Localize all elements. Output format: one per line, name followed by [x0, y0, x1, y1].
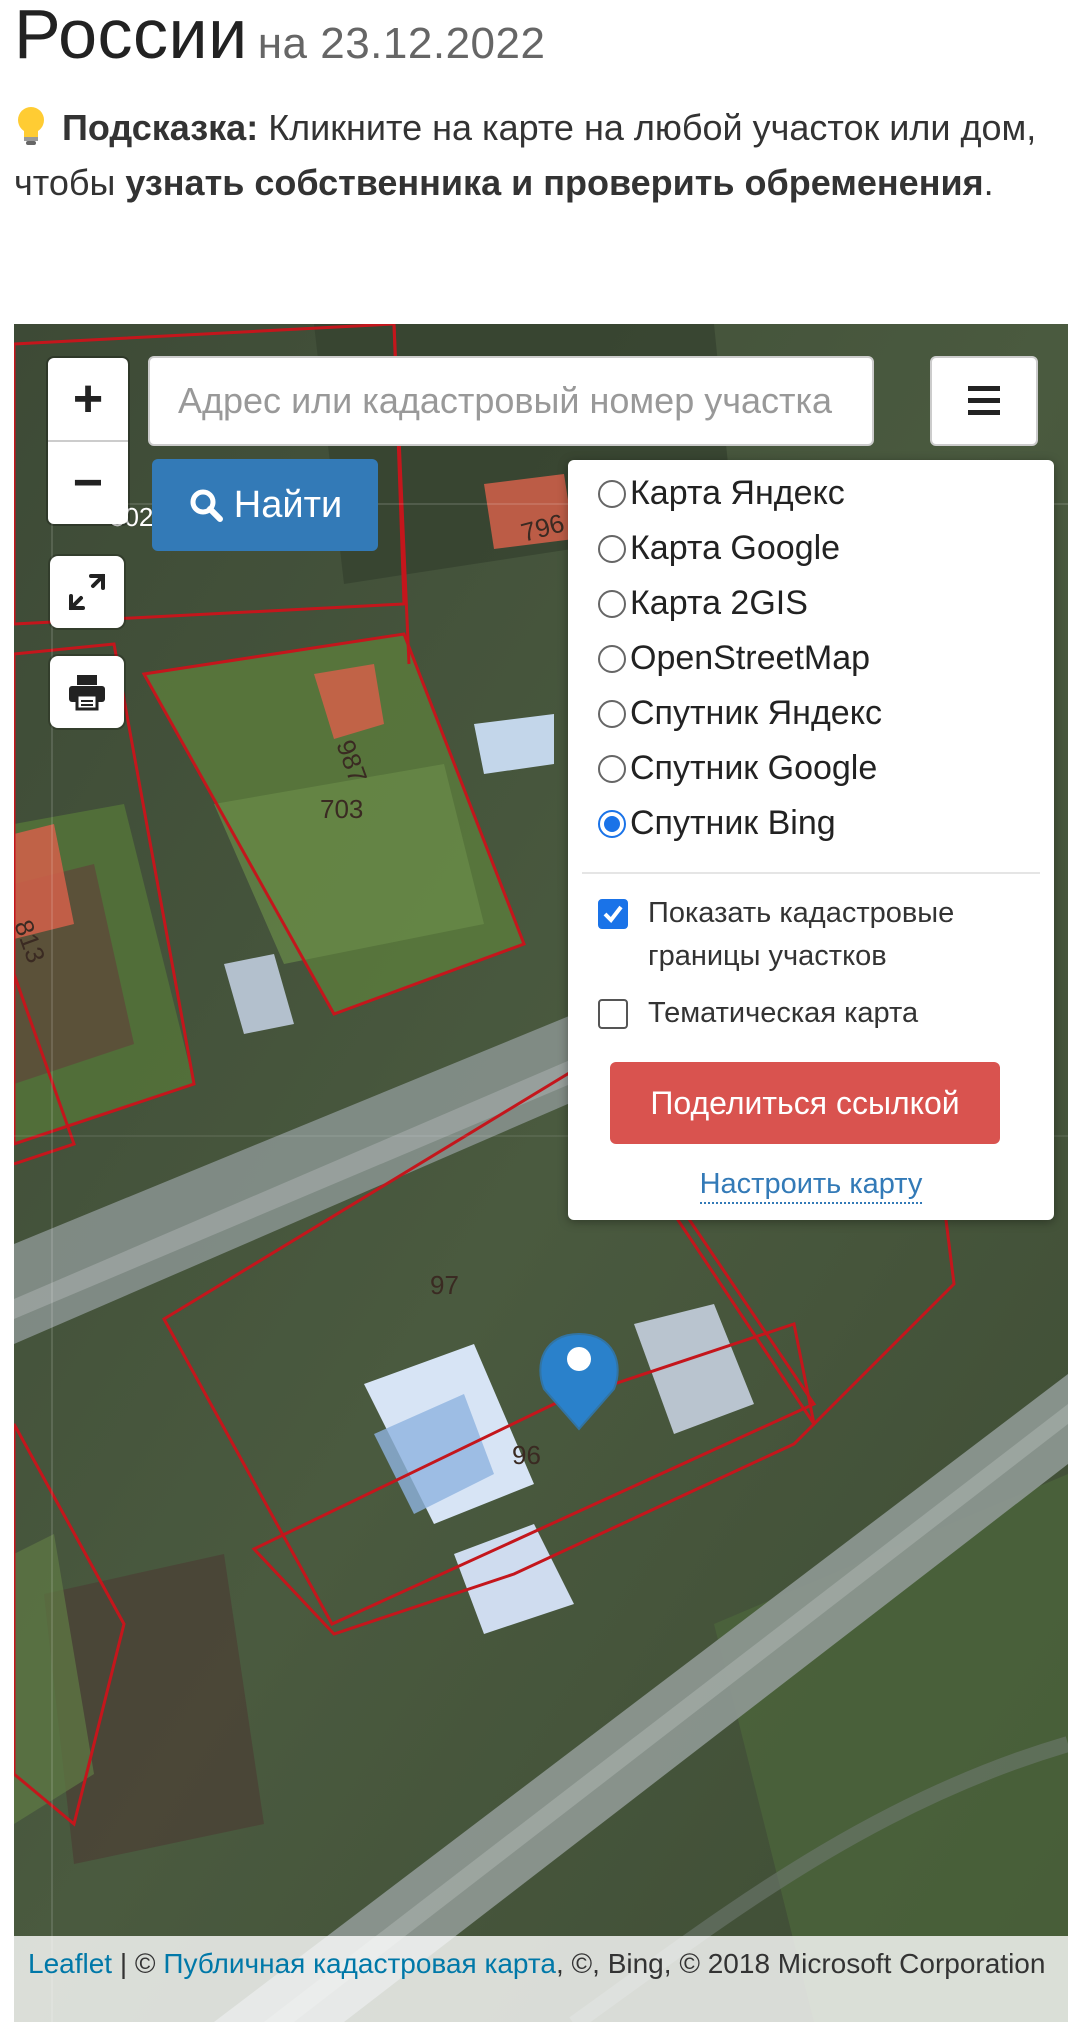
layer-option-label: Карта 2GIS — [630, 584, 808, 622]
radio-button-selected[interactable] — [598, 809, 626, 838]
layer-option-label: Карта Яндекс — [630, 474, 845, 512]
search-icon — [190, 489, 223, 522]
search-input[interactable] — [148, 356, 874, 446]
hamburger-icon — [968, 386, 1000, 415]
zoom-out-button[interactable]: − — [48, 440, 128, 524]
layer-option-openstreetmap[interactable]: OpenStreetMap — [598, 639, 870, 678]
hint-bold-text: узнать собственника и проверить обремене… — [125, 162, 984, 203]
configure-map-link[interactable]: Настроить карту — [568, 1168, 1054, 1204]
map-container[interactable]: 302 796 987 703 813 97 96 + − Адрес или … — [14, 324, 1068, 2022]
parcel-label-96: 96 — [512, 1440, 541, 1470]
fullscreen-button[interactable] — [50, 556, 124, 628]
layer-option-label: OpenStreetMap — [630, 639, 871, 677]
printer-icon — [69, 675, 105, 711]
fullscreen-icon — [69, 574, 105, 610]
layers-menu-button[interactable] — [930, 356, 1038, 446]
divider — [582, 872, 1040, 874]
thematic-map-label: Тематическая карта — [648, 997, 919, 1029]
layer-option-label: Спутник Bing — [630, 804, 836, 842]
show-borders-label: Показать кадастровые границы участков — [648, 897, 955, 972]
layer-option-bing-satellite[interactable]: Спутник Bing — [598, 804, 836, 843]
checkmark-icon — [603, 905, 623, 924]
layer-option-label: Спутник Яндекс — [630, 694, 882, 732]
layer-option-2gis-map[interactable]: Карта 2GIS — [598, 584, 808, 623]
layer-option-label: Спутник Google — [630, 749, 878, 787]
layer-option-google-map[interactable]: Карта Google — [598, 529, 840, 568]
zoom-in-button[interactable]: + — [48, 358, 128, 440]
hint-end: . — [983, 162, 994, 203]
layer-option-yandex-satellite[interactable]: Спутник Яндекс — [598, 694, 882, 733]
radio-button[interactable] — [598, 754, 626, 783]
radio-button[interactable] — [598, 644, 626, 673]
lightbulb-icon — [18, 107, 44, 145]
find-button[interactable]: Найти — [152, 459, 378, 551]
parcel-label-703: 703 — [320, 794, 363, 824]
attribution-separator: | © — [112, 1948, 164, 1979]
hint-paragraph: Подсказка: Кликните на карте на любой уч… — [14, 100, 1064, 210]
radio-button[interactable] — [598, 699, 626, 728]
configure-map-label[interactable]: Настроить карту — [699, 1168, 923, 1204]
page-title-date: на 23.12.2022 — [257, 19, 546, 68]
layer-option-yandex-map[interactable]: Карта Яндекс — [598, 474, 845, 513]
map-attribution: Leaflet | © Публичная кадастровая карта,… — [14, 1936, 1068, 2022]
parcel-label-97: 97 — [430, 1270, 459, 1300]
cadastral-map-link[interactable]: Публичная кадастровая карта — [163, 1948, 556, 1979]
show-borders-option[interactable]: Показать кадастровые границы участков — [598, 892, 1018, 978]
hint-label: Подсказка: — [62, 107, 259, 148]
leaflet-link[interactable]: Leaflet — [28, 1948, 112, 1979]
radio-button[interactable] — [598, 479, 626, 508]
thematic-map-option[interactable]: Тематическая карта — [598, 992, 918, 1035]
share-link-button[interactable]: Поделиться ссылкой — [610, 1062, 1000, 1144]
page-title: России на 23.12.2022 — [14, 0, 545, 74]
layers-panel: Карта Яндекс Карта Google Карта 2GIS Ope… — [568, 460, 1054, 1220]
thematic-map-checkbox[interactable] — [598, 999, 628, 1029]
page-title-text: России — [14, 0, 248, 73]
find-button-label: Найти — [233, 483, 343, 526]
attribution-rest: , ©, Bing, © 2018 Microsoft Corporation — [555, 1948, 1046, 1979]
show-borders-checkbox[interactable] — [598, 899, 628, 929]
print-button[interactable] — [50, 656, 124, 728]
radio-button[interactable] — [598, 589, 626, 618]
zoom-control: + − — [48, 358, 128, 524]
layer-option-label: Карта Google — [630, 529, 841, 567]
layer-option-google-satellite[interactable]: Спутник Google — [598, 749, 877, 788]
radio-button[interactable] — [598, 534, 626, 563]
